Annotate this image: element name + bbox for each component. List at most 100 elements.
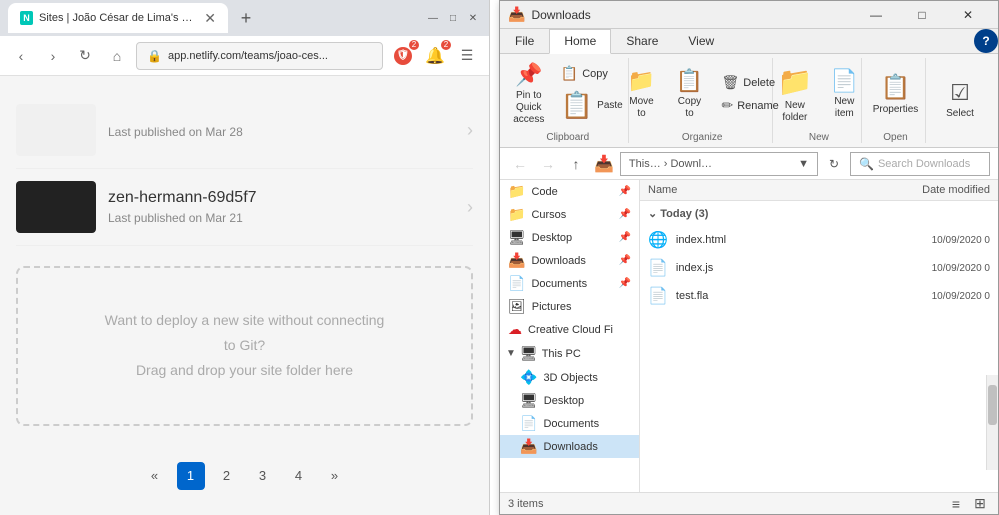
copy-button[interactable]: 📋 Copy xyxy=(555,63,629,84)
home-button[interactable]: ⌂ xyxy=(104,43,130,69)
sidebar-item-creative-cloud[interactable]: ☁ Creative Cloud Fi xyxy=(500,318,639,341)
explorer-minimize-button[interactable]: — xyxy=(854,1,898,29)
maximize-button[interactable]: □ xyxy=(445,10,461,26)
extensions-button[interactable]: 🛡 2 xyxy=(389,42,417,70)
explorer-window: 📥 Downloads — □ ✕ File Home Share View ?… xyxy=(499,0,999,515)
explorer-title-icon: 📥 xyxy=(508,6,525,23)
forward-button[interactable]: › xyxy=(40,43,66,69)
organize-buttons: 📁 Move to 📋 Copy to 🗑 Delete ✏ xyxy=(619,58,784,130)
browser-window-controls: — □ ✕ xyxy=(425,10,481,26)
new-folder-button[interactable]: 📁 Newfolder xyxy=(771,61,818,128)
site-arrow-icon-2: › xyxy=(467,197,473,218)
clipboard-label: Clipboard xyxy=(546,130,589,143)
page-prev-button[interactable]: « xyxy=(141,462,169,490)
date-column-header: Date modified xyxy=(880,184,990,196)
exp-forward-button[interactable]: → xyxy=(536,152,560,176)
ribbon-tab-file[interactable]: File xyxy=(500,29,549,53)
new-tab-button[interactable]: + xyxy=(232,4,260,32)
properties-button[interactable]: 📋 Properties xyxy=(867,66,925,122)
details-view-button[interactable]: ≡ xyxy=(946,494,966,514)
explorer-statusbar: 3 items ≡ ⊞ xyxy=(500,492,998,514)
name-column-header: Name xyxy=(648,184,880,196)
page-1-button[interactable]: 1 xyxy=(177,462,205,490)
sidebar-item-code[interactable]: 📁 Code 📌 xyxy=(500,180,639,203)
html-file-icon: 🌐 xyxy=(648,230,668,250)
sidebar-item-desktop-thispc[interactable]: 🖥 Desktop xyxy=(500,389,639,412)
exp-up-button[interactable]: ↑ xyxy=(564,152,588,176)
page-3-button[interactable]: 3 xyxy=(249,462,277,490)
pin-indicator: 📌 xyxy=(619,186,631,197)
address-dropdown-button[interactable]: ▼ xyxy=(798,158,809,170)
rename-icon: ✏ xyxy=(721,97,733,114)
open-buttons: 📋 Properties xyxy=(867,58,925,130)
deploy-line1: Want to deploy a new site without connec… xyxy=(38,308,451,333)
back-button[interactable]: ‹ xyxy=(8,43,34,69)
search-box[interactable]: 🔍 Search Downloads xyxy=(850,152,990,176)
paste-button[interactable]: 📋 Paste xyxy=(555,86,629,125)
ribbon-group-open: 📋 Properties Open xyxy=(866,58,926,143)
this-pc-header[interactable]: ▼ 🖥 This PC xyxy=(500,341,639,366)
pin-indicator: 📌 xyxy=(619,232,631,243)
copy-paste-group: 📋 Copy 📋 Paste xyxy=(555,63,629,125)
page-next-button[interactable]: » xyxy=(321,462,349,490)
new-item-button[interactable]: 📄 Newitem xyxy=(822,64,866,124)
address-bar[interactable]: 🔒 app.netlify.com/teams/joao-ces... xyxy=(136,42,383,70)
browser-toolbar: ‹ › ↻ ⌂ 🔒 app.netlify.com/teams/joao-ces… xyxy=(0,36,489,76)
sidebar-item-documents-thispc[interactable]: 📄 Documents xyxy=(500,412,639,435)
site-item-first[interactable]: Last published on Mar 28 › xyxy=(16,92,473,169)
page-4-button[interactable]: 4 xyxy=(285,462,313,490)
pin-indicator: 📌 xyxy=(619,278,631,289)
moveto-icon: 📁 xyxy=(628,68,655,94)
vertical-scrollbar[interactable] xyxy=(986,375,998,470)
site-date: Last published on Mar 28 xyxy=(108,125,455,139)
select-button[interactable]: ☑ Select xyxy=(938,72,982,128)
file-item-index-js[interactable]: 📄 index.js 10/09/2020 0 xyxy=(640,254,998,282)
site-arrow-icon: › xyxy=(467,120,473,141)
page-2-button[interactable]: 2 xyxy=(213,462,241,490)
downloads-icon: 📥 xyxy=(508,252,525,269)
sidebar-item-cursos[interactable]: 📁 Cursos 📌 xyxy=(500,203,639,226)
pin-to-quick-access-button[interactable]: 📌 Pin to Quick access xyxy=(507,58,551,130)
exp-back-button[interactable]: ← xyxy=(508,152,532,176)
this-pc-icon: 🖥 xyxy=(520,345,538,362)
copy-to-button[interactable]: 📋 Copy to xyxy=(667,64,711,124)
alerts-button[interactable]: 🔔 2 xyxy=(421,42,449,70)
large-icons-view-button[interactable]: ⊞ xyxy=(970,494,990,514)
menu-button[interactable]: ☰ xyxy=(453,42,481,70)
select-label: Select xyxy=(946,108,974,120)
ribbon-content: 📌 Pin to Quick access 📋 Copy 📋 Paste xyxy=(500,54,998,147)
file-item-test-fla[interactable]: 📄 test.fla 10/09/2020 0 xyxy=(640,282,998,310)
browser-tab-active[interactable]: N Sites | João César de Lima's team ✕ xyxy=(8,3,228,33)
new-buttons: 📁 Newfolder 📄 Newitem xyxy=(771,58,866,130)
folder-icon: 📁 xyxy=(508,183,525,200)
explorer-sidebar: 📁 Code 📌 📁 Cursos 📌 🖥 Desktop 📌 📥 Downlo… xyxy=(500,180,640,492)
explorer-address-box[interactable]: This… › Downl… ▼ xyxy=(620,152,818,176)
organize-label: Organize xyxy=(682,130,723,143)
ribbon-tab-view[interactable]: View xyxy=(673,29,729,53)
refresh-button[interactable]: ↻ xyxy=(822,152,846,176)
ribbon-tab-home[interactable]: Home xyxy=(549,29,611,54)
minimize-button[interactable]: — xyxy=(425,10,441,26)
explorer-maximize-button[interactable]: □ xyxy=(900,1,944,29)
sidebar-item-desktop[interactable]: 🖥 Desktop 📌 xyxy=(500,226,639,249)
explorer-close-button[interactable]: ✕ xyxy=(946,1,990,29)
statusbar-view-controls: ≡ ⊞ xyxy=(946,494,990,514)
site-date-2: Last published on Mar 21 xyxy=(108,211,455,225)
site-item-second[interactable]: zen-hermann-69d5f7 Last published on Mar… xyxy=(16,169,473,246)
sidebar-item-pictures[interactable]: 🖼 Pictures xyxy=(500,295,639,318)
move-to-button[interactable]: 📁 Move to xyxy=(619,64,663,124)
ribbon-help-button[interactable]: ? xyxy=(974,29,998,53)
deploy-box: Want to deploy a new site without connec… xyxy=(16,266,473,426)
sidebar-item-documents-quick[interactable]: 📄 Documents 📌 xyxy=(500,272,639,295)
pin-label: Pin to Quick access xyxy=(513,90,545,126)
tab-close-button[interactable]: ✕ xyxy=(204,10,216,27)
sidebar-item-downloads-thispc[interactable]: 📥 Downloads xyxy=(500,435,639,458)
file-item-index-html[interactable]: 🌐 index.html 10/09/2020 0 xyxy=(640,226,998,254)
sidebar-item-downloads-quick[interactable]: 📥 Downloads 📌 xyxy=(500,249,639,272)
browser-panel: N Sites | João César de Lima's team ✕ + … xyxy=(0,0,490,515)
reload-button[interactable]: ↻ xyxy=(72,43,98,69)
ribbon-tab-share[interactable]: Share xyxy=(611,29,673,53)
close-button[interactable]: ✕ xyxy=(465,10,481,26)
scrollbar-thumb[interactable] xyxy=(988,385,997,425)
sidebar-item-3d-objects[interactable]: 💠 3D Objects xyxy=(500,366,639,389)
